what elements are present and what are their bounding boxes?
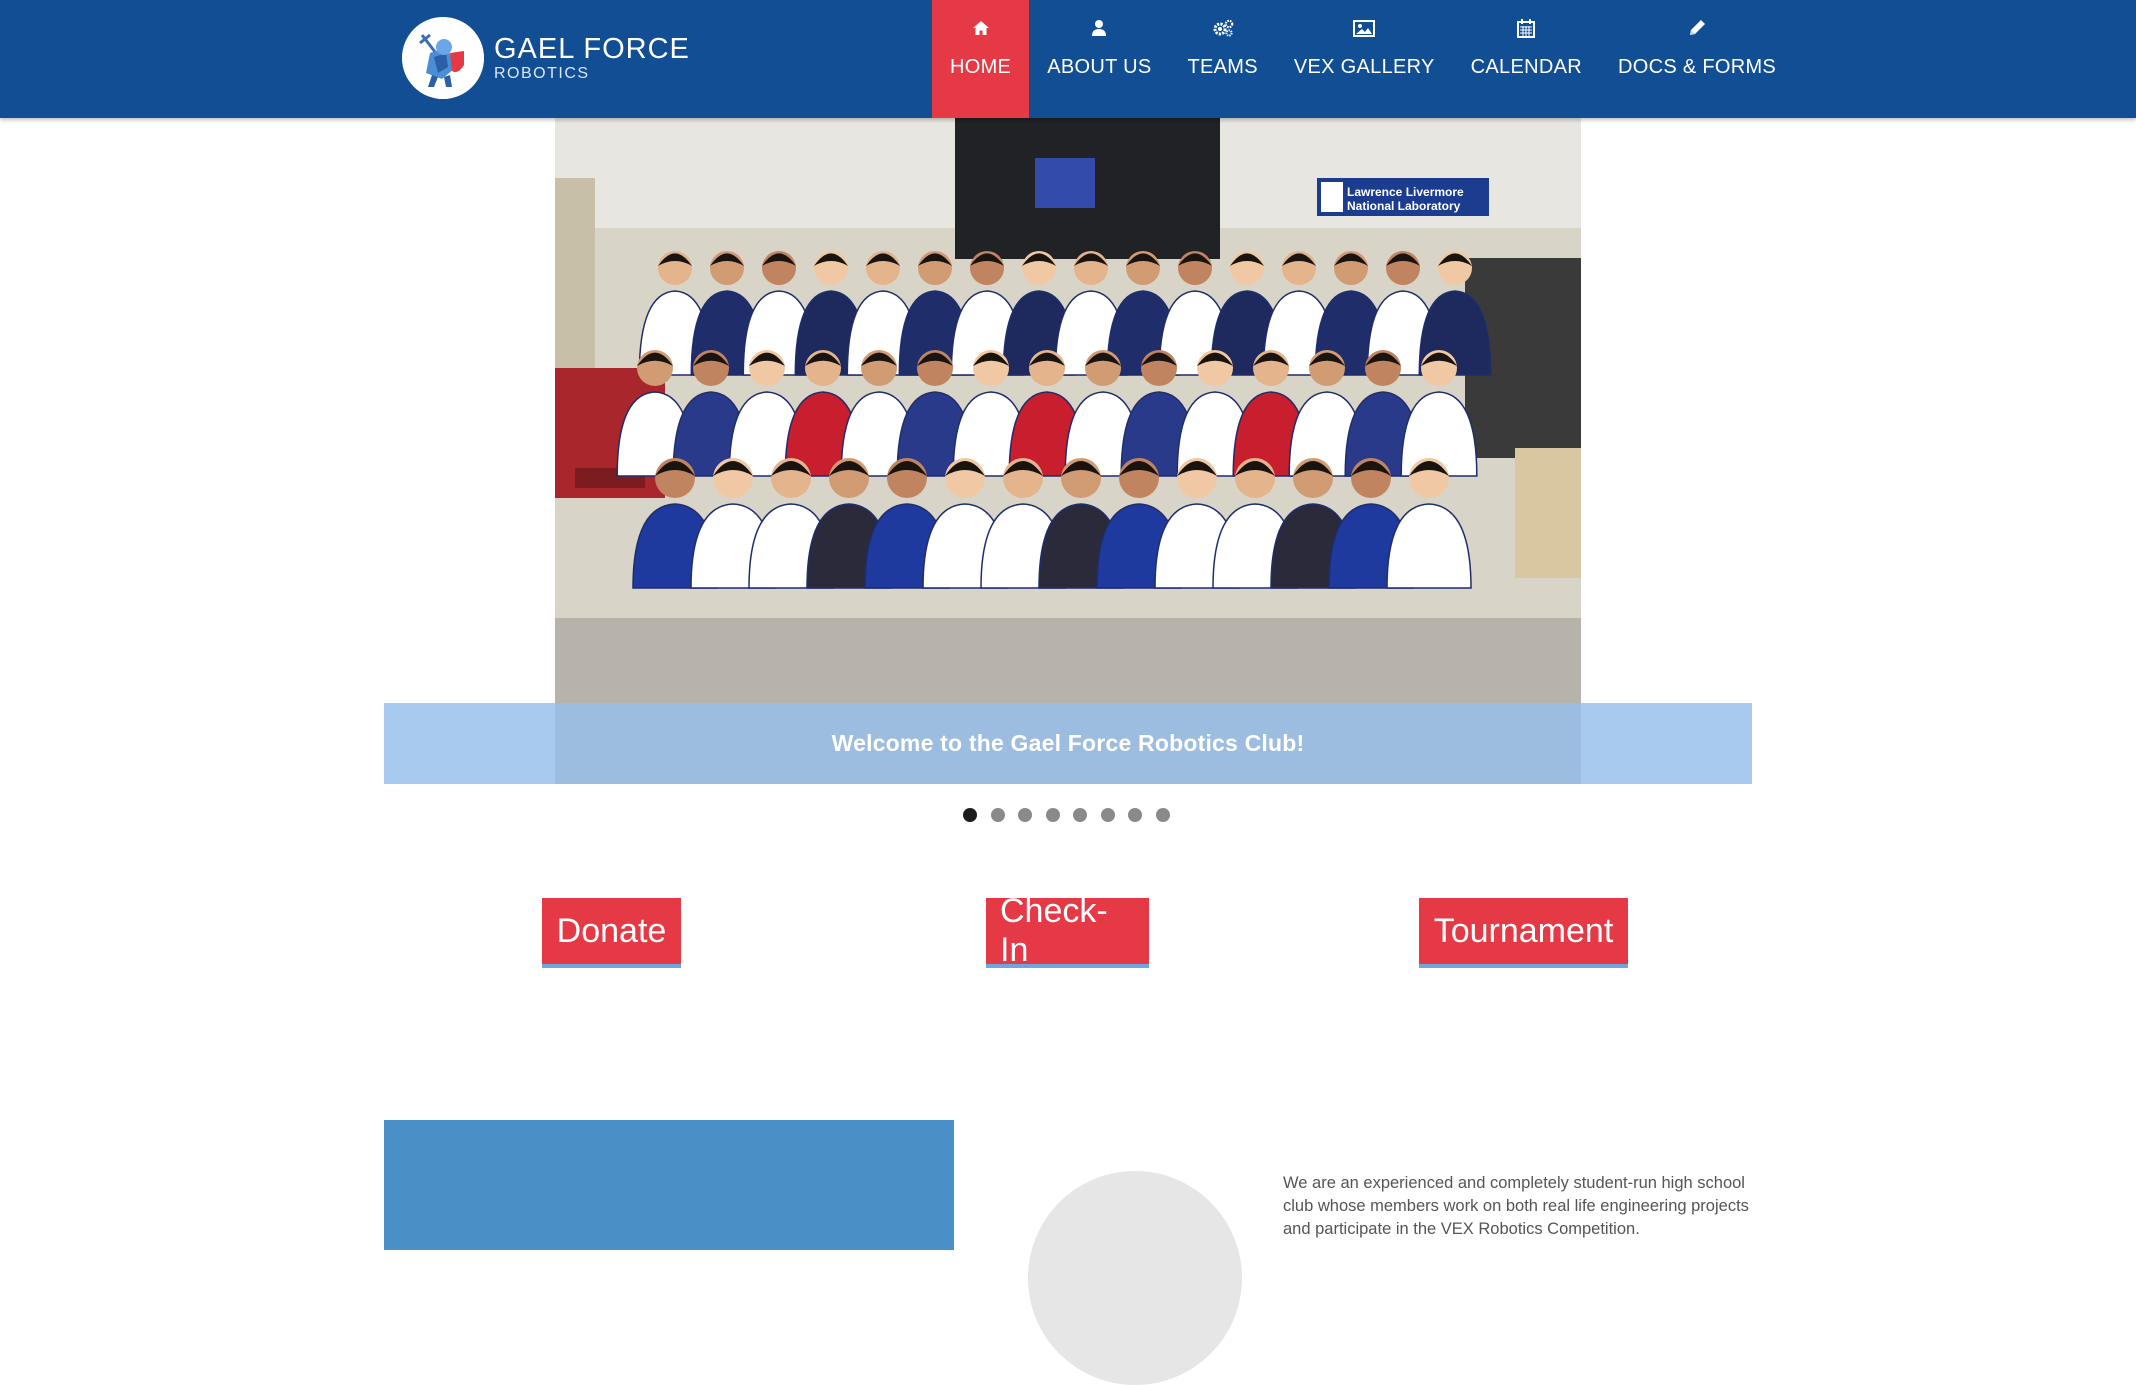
check-in-button[interactable]: Check-In [986, 892, 1149, 969]
nav-label-vex-gallery: VEX GALLERY [1293, 56, 1435, 78]
carousel-dot[interactable] [1018, 808, 1032, 822]
carousel-caption-text: Welcome to the Gael Force Robotics Club! [831, 730, 1305, 756]
knight-mascot-icon [402, 17, 484, 99]
home-icon [970, 18, 992, 38]
carousel-dot[interactable] [963, 808, 977, 822]
donate-button[interactable]: Donate [542, 898, 681, 968]
hero-carousel: Lawrence Livermore National Laboratory W… [384, 118, 1752, 784]
nav-label-home: HOME [950, 56, 1012, 78]
site-logo[interactable]: GAEL FORCE ROBOTICS [402, 17, 690, 99]
carousel-dot[interactable] [990, 808, 1005, 822]
logo-subtitle: ROBOTICS [494, 64, 590, 82]
logo-text: GAEL FORCE ROBOTICS [494, 32, 690, 82]
feature-panel [384, 1120, 954, 1250]
carousel-dot[interactable] [1100, 808, 1115, 822]
tournament-button[interactable]: Tournament [1419, 898, 1628, 968]
nav-item-docs-forms[interactable]: DOCS & FORMS [1600, 0, 1794, 118]
carousel-dot[interactable] [1045, 808, 1060, 822]
team-group-photo: Lawrence Livermore National Laboratory [555, 118, 1581, 784]
nav-item-vex-gallery[interactable]: VEX GALLERY [1276, 0, 1453, 118]
nav-label-about-us: ABOUT US [1047, 56, 1152, 78]
nav-item-about-us[interactable]: ABOUT US [1029, 0, 1169, 118]
carousel-dot[interactable] [1073, 808, 1087, 822]
sign-line1: Lawrence Livermore [1347, 185, 1464, 199]
nav-item-calendar[interactable]: CALENDAR [1453, 0, 1600, 118]
profile-image-placeholder [1028, 1171, 1242, 1385]
calendar-icon [1515, 18, 1537, 38]
nav-item-home[interactable]: HOME [932, 0, 1030, 118]
logo-title: GAEL FORCE [494, 32, 690, 65]
nav-label-calendar: CALENDAR [1470, 56, 1582, 78]
carousel-indicators [0, 808, 2136, 824]
main-nav: HOME ABOUT US TEAMS VEX GALLERY CALENDAR… [932, 0, 1794, 118]
carousel-dot[interactable] [1155, 808, 1170, 822]
nav-label-docs-forms: DOCS & FORMS [1618, 56, 1777, 78]
top-navbar: GAEL FORCE ROBOTICS HOME ABOUT US TEAMS … [0, 0, 2136, 118]
carousel-caption: Welcome to the Gael Force Robotics Club! [384, 703, 1752, 784]
user-icon [1088, 18, 1110, 38]
pencil-icon [1686, 18, 1708, 38]
about-paragraph: We are an experienced and completely stu… [1283, 1174, 1749, 1238]
sign-line2: National Laboratory [1347, 199, 1461, 213]
nav-label-teams: TEAMS [1187, 56, 1258, 78]
gears-icon [1212, 18, 1234, 38]
picture-icon [1353, 18, 1376, 38]
nav-item-teams[interactable]: TEAMS [1169, 0, 1275, 118]
carousel-dot[interactable] [1128, 808, 1142, 822]
